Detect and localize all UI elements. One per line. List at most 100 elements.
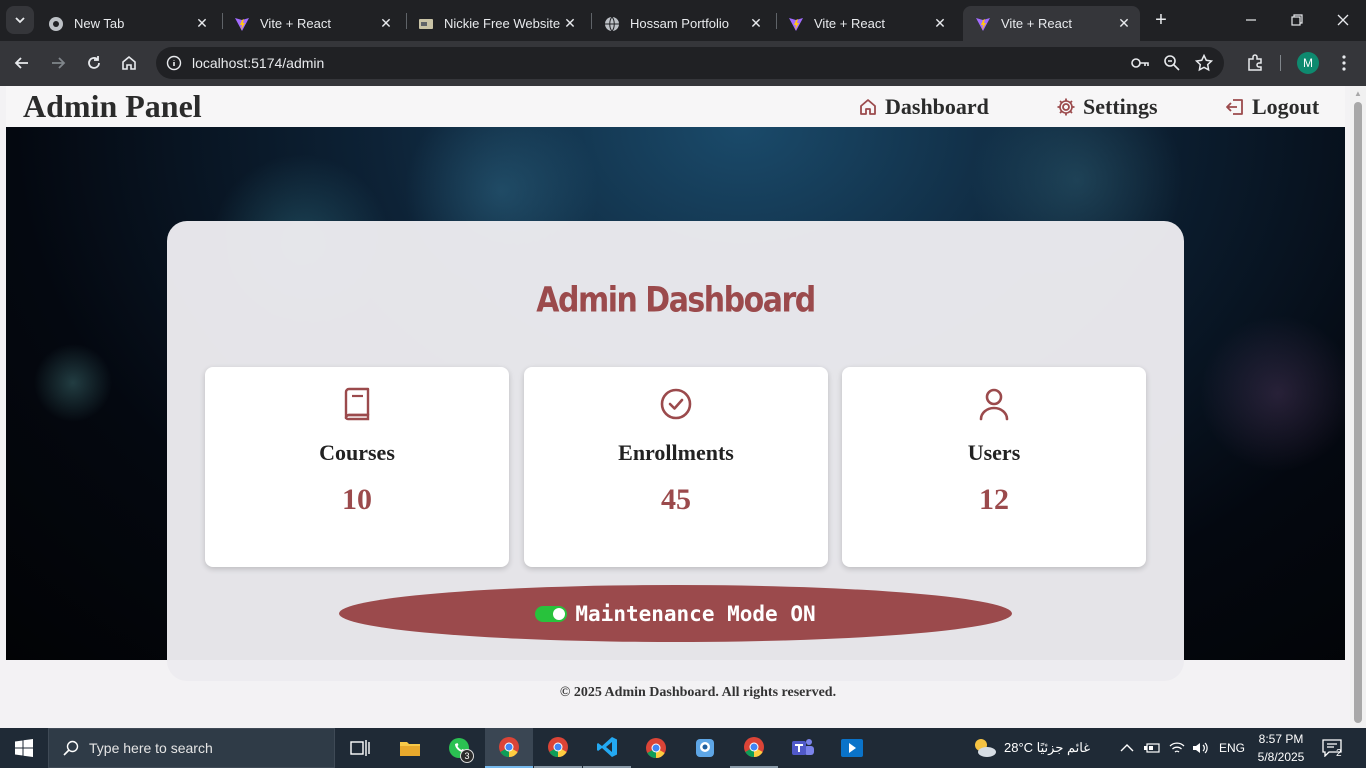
chrome-profile-m-app[interactable] <box>730 728 778 768</box>
close-window-button[interactable] <box>1320 0 1366 40</box>
bookmark-star-icon[interactable] <box>1192 51 1216 75</box>
network-indicator[interactable] <box>1169 728 1185 768</box>
camera-icon <box>696 739 714 757</box>
card-label: Users <box>967 440 1021 465</box>
back-button[interactable] <box>8 49 36 77</box>
notification-badge: 3 <box>460 749 474 763</box>
system-clock[interactable]: 8:57 PM 5/8/2025 <box>1250 730 1312 766</box>
chrome-app[interactable] <box>632 728 680 768</box>
language-indicator[interactable]: ENG <box>1219 728 1245 768</box>
stat-card-enrollments: Enrollments 45 <box>524 367 828 567</box>
taskbar-search-box[interactable]: Type here to search <box>48 728 335 768</box>
chrome-icon <box>548 737 568 758</box>
card-value: 10 <box>342 483 372 516</box>
close-icon <box>1337 14 1349 26</box>
nav-dashboard-link[interactable]: Dashboard <box>857 94 989 120</box>
weather-widget[interactable]: 28°C غائم جزئيًا <box>972 728 1090 768</box>
speaker-icon <box>1193 742 1208 754</box>
task-view-icon <box>350 740 370 756</box>
webcam-app[interactable] <box>681 728 729 768</box>
close-icon[interactable]: ✕ <box>748 15 764 32</box>
tab-label: Hossam Portfolio <box>630 16 729 31</box>
nav-label: Dashboard <box>885 94 989 119</box>
close-icon[interactable]: ✕ <box>562 15 578 32</box>
browser-toolbar: localhost:5174/admin M <box>0 41 1366 86</box>
home-icon <box>122 55 136 70</box>
partly-cloudy-icon <box>975 739 996 757</box>
teams-app[interactable] <box>779 728 827 768</box>
close-icon[interactable]: ✕ <box>194 15 210 32</box>
card-label: Enrollments <box>618 440 734 465</box>
reload-button[interactable] <box>80 49 108 77</box>
start-button[interactable] <box>0 728 48 768</box>
scrollbar-thumb[interactable] <box>1354 102 1362 723</box>
forward-button[interactable] <box>44 49 72 77</box>
nav-label: Settings <box>1083 94 1158 119</box>
zoom-icon[interactable] <box>1160 51 1184 75</box>
chrome-app-active[interactable] <box>485 728 533 768</box>
website-icon <box>418 16 434 32</box>
minimize-icon <box>1246 19 1256 21</box>
folder-icon <box>400 742 420 756</box>
maintenance-toggle-button[interactable]: Maintenance Mode ON <box>339 585 1012 642</box>
address-bar[interactable]: localhost:5174/admin <box>156 47 1224 79</box>
extensions-icon[interactable] <box>1243 51 1267 75</box>
task-view-button[interactable] <box>336 728 384 768</box>
vscode-app[interactable] <box>583 728 631 768</box>
gear-icon <box>1055 96 1077 118</box>
windows-taskbar: Type here to search 3 28°C غائم جزئيًا E… <box>0 728 1366 768</box>
close-icon[interactable]: ✕ <box>1116 15 1132 32</box>
restore-button[interactable] <box>1274 0 1320 40</box>
notifications-button[interactable]: 2 <box>1322 728 1342 768</box>
arrow-left-icon <box>14 57 28 69</box>
search-icon <box>63 740 79 756</box>
file-explorer-app[interactable] <box>386 728 434 768</box>
check-circle-icon <box>524 387 828 421</box>
tab-vite-react-2[interactable]: Vite + React ✕ <box>776 6 956 41</box>
book-icon <box>205 387 509 421</box>
globe-icon <box>604 16 620 32</box>
dashboard-panel: Admin Dashboard Courses 10 Enrollments 4… <box>167 221 1184 681</box>
minimize-button[interactable] <box>1228 0 1274 40</box>
home-icon <box>857 96 879 118</box>
chevron-down-icon <box>15 17 25 24</box>
battery-indicator[interactable] <box>1144 728 1160 768</box>
close-icon[interactable]: ✕ <box>378 15 394 32</box>
weather-text: 28°C غائم جزئيًا <box>1004 740 1091 755</box>
toggle-switch-icon[interactable] <box>535 605 568 622</box>
tab-search-button[interactable] <box>6 6 34 34</box>
nav-settings-link[interactable]: Settings <box>1055 94 1158 120</box>
profile-avatar[interactable]: M <box>1297 52 1319 74</box>
site-info-icon[interactable] <box>166 55 182 71</box>
teams-icon <box>792 739 814 755</box>
tab-new-tab[interactable]: New Tab ✕ <box>36 6 218 41</box>
tab-vite-react-1[interactable]: Vite + React ✕ <box>222 6 402 41</box>
tab-nickie-website[interactable]: Nickie Free Website T ✕ <box>406 6 586 41</box>
battery-icon <box>1144 743 1160 753</box>
media-player-app[interactable] <box>828 728 876 768</box>
tab-vite-react-active[interactable]: Vite + React ✕ <box>963 6 1140 41</box>
chrome-profile-app[interactable] <box>534 728 582 768</box>
tab-label: Vite + React <box>260 16 331 31</box>
reload-icon <box>88 56 100 69</box>
new-tab-button[interactable]: + <box>1150 10 1172 32</box>
wifi-icon <box>1169 742 1185 753</box>
scroll-down-icon[interactable]: ▼ <box>1353 714 1363 724</box>
page-viewport: Admin Panel Dashboard Settings Logout Ad… <box>0 86 1350 728</box>
page-scrollbar[interactable]: ▲ ▼ <box>1350 86 1366 728</box>
url-text: localhost:5174/admin <box>192 55 325 71</box>
show-hidden-icons[interactable] <box>1120 728 1134 768</box>
whatsapp-app[interactable]: 3 <box>435 728 483 768</box>
scroll-up-icon[interactable]: ▲ <box>1353 89 1363 99</box>
card-value: 45 <box>661 483 691 516</box>
close-icon[interactable]: ✕ <box>932 15 948 32</box>
tab-hossam-portfolio[interactable]: Hossam Portfolio ✕ <box>592 6 772 41</box>
restore-icon <box>1291 14 1303 26</box>
nav-logout-link[interactable]: Logout <box>1224 94 1319 120</box>
home-button[interactable] <box>115 49 143 77</box>
more-menu-icon[interactable] <box>1332 51 1356 75</box>
password-key-icon[interactable] <box>1128 51 1152 75</box>
windows-logo-icon <box>15 739 33 757</box>
volume-indicator[interactable] <box>1192 728 1208 768</box>
chrome-icon <box>499 737 519 758</box>
